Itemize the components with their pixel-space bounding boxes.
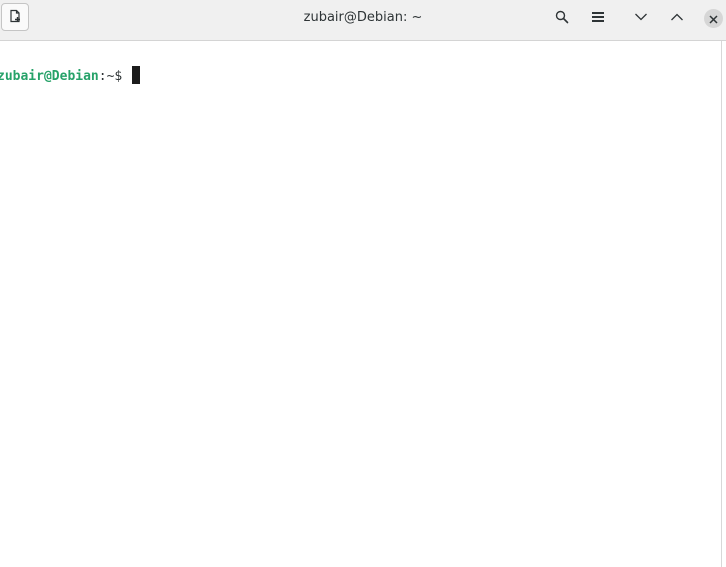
- new-tab-icon: [8, 8, 22, 27]
- terminal-window: zubair@Debian: ~ zubair@Debian:~$: [0, 0, 726, 567]
- close-icon: [708, 9, 718, 28]
- prompt-symbol: $: [114, 69, 131, 84]
- menu-button[interactable]: [585, 5, 611, 31]
- text-cursor: [132, 66, 141, 84]
- maximize-button[interactable]: [664, 5, 690, 31]
- prompt-separator: :: [98, 69, 107, 84]
- prompt-user-host: zubair@Debian: [0, 69, 99, 84]
- chevron-down-icon: [634, 9, 648, 28]
- close-button-circle: [703, 8, 723, 28]
- search-icon: [555, 9, 569, 28]
- new-tab-button[interactable]: [1, 3, 29, 31]
- hamburger-menu-icon: [591, 9, 605, 28]
- scrollbar[interactable]: [721, 41, 726, 567]
- window-title: zubair@Debian: ~: [303, 10, 423, 25]
- search-button[interactable]: [549, 5, 575, 31]
- close-button[interactable]: [700, 5, 726, 31]
- terminal-area[interactable]: zubair@Debian:~$: [0, 41, 721, 567]
- headerbar: zubair@Debian: ~: [0, 0, 726, 41]
- minimize-button[interactable]: [628, 5, 654, 31]
- chevron-up-icon: [670, 9, 684, 28]
- prompt-line: zubair@Debian:~$: [0, 66, 141, 85]
